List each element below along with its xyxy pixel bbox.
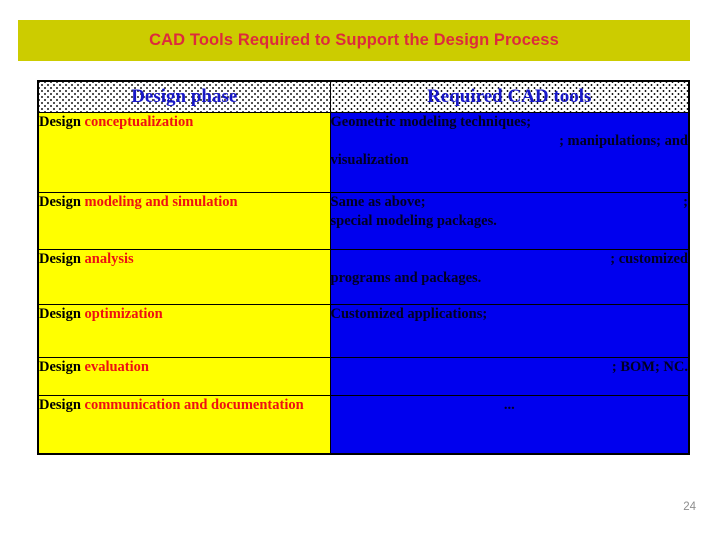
page-title: CAD Tools Required to Support the Design… <box>149 31 559 49</box>
required-cad-tools-cell: ; BOM; NC. <box>329 357 690 396</box>
column-header-required-cad-tools: Required CAD tools <box>329 80 690 113</box>
design-phase-cell: Design communication and documentation <box>37 395 331 454</box>
design-phase-keyword: modeling and simulation <box>84 194 238 210</box>
tools-line-text: ... <box>503 397 515 413</box>
required-cad-tools-cell: Geometric modeling techniques; ; manipul… <box>329 112 690 193</box>
design-phase-keyword: analysis <box>84 251 134 267</box>
tools-line-text: ; <box>683 194 688 210</box>
table-row: Design modeling and simulation Same as a… <box>37 192 690 250</box>
required-cad-tools-cell: Same as above; ; special modeling packag… <box>329 192 690 250</box>
tools-line-text: special modeling packages. <box>330 213 497 230</box>
design-phase-prefix: Design <box>39 194 85 210</box>
tools-line: visualization <box>331 151 689 170</box>
tools-line: special modeling packages. <box>331 212 689 231</box>
tools-line-text: ; customized <box>610 251 688 267</box>
tools-line-text: ; BOM; NC. <box>611 359 688 375</box>
tools-line: Same as above; ; <box>331 193 689 212</box>
tools-line: ; manipulations; and <box>331 132 688 151</box>
tools-line: programs and packages. <box>331 269 689 288</box>
design-phase-keyword: optimization <box>84 306 163 322</box>
design-phase-cell: Design evaluation <box>37 357 331 396</box>
tools-line-text: programs and packages. <box>330 270 482 287</box>
table-body: Design conceptualization Geometric model… <box>37 112 690 454</box>
table-row: Design analysis ; customized programs an… <box>37 249 690 305</box>
design-phase-keyword: evaluation <box>84 359 149 375</box>
required-cad-tools-cell: Customized applications; <box>329 304 690 358</box>
title-banner: CAD Tools Required to Support the Design… <box>18 20 690 61</box>
tools-line-text: Customized applications; <box>330 306 488 322</box>
table-row: Design optimization Customized applicati… <box>37 304 690 358</box>
design-phase-keyword: communication and documentation <box>84 397 304 413</box>
cad-tools-table: Design phase Required CAD tools Design c… <box>37 80 690 455</box>
design-phase-cell: Design modeling and simulation <box>37 192 331 250</box>
column-header-design-phase-label: Design phase <box>131 86 238 107</box>
design-phase-keyword: conceptualization <box>84 114 194 130</box>
column-header-required-cad-tools-label: Required CAD tools <box>427 86 592 107</box>
tools-line: Geometric modeling techniques; <box>331 113 689 132</box>
page-number: 24 <box>683 501 696 513</box>
required-cad-tools-cell: ... <box>329 395 690 454</box>
design-phase-prefix: Design <box>39 397 85 413</box>
tools-line: ; BOM; NC. <box>331 358 688 377</box>
design-phase-cell: Design optimization <box>37 304 331 358</box>
required-cad-tools-cell: ; customized programs and packages. <box>329 249 690 305</box>
design-phase-cell: Design analysis <box>37 249 331 305</box>
tools-line-text: Same as above; <box>330 194 426 210</box>
tools-line: Customized applications; <box>331 305 689 324</box>
design-phase-prefix: Design <box>39 306 85 322</box>
tools-line-text: ; manipulations; and <box>559 133 688 150</box>
table-row: Design conceptualization Geometric model… <box>37 112 690 193</box>
table-row: Design evaluation ; BOM; NC. <box>37 357 690 396</box>
design-phase-cell: Design conceptualization <box>37 112 331 193</box>
design-phase-prefix: Design <box>39 359 85 375</box>
tools-line-text: visualization <box>330 152 409 169</box>
column-header-design-phase: Design phase <box>37 80 331 113</box>
table-row: Design communication and documentation .… <box>37 395 690 454</box>
tools-line: ; customized <box>331 250 688 269</box>
table-header-row: Design phase Required CAD tools <box>37 80 690 113</box>
tools-line: ... <box>331 396 689 415</box>
design-phase-prefix: Design <box>39 114 85 130</box>
design-phase-prefix: Design <box>39 251 85 267</box>
tools-line-text: Geometric modeling techniques; <box>330 114 532 130</box>
